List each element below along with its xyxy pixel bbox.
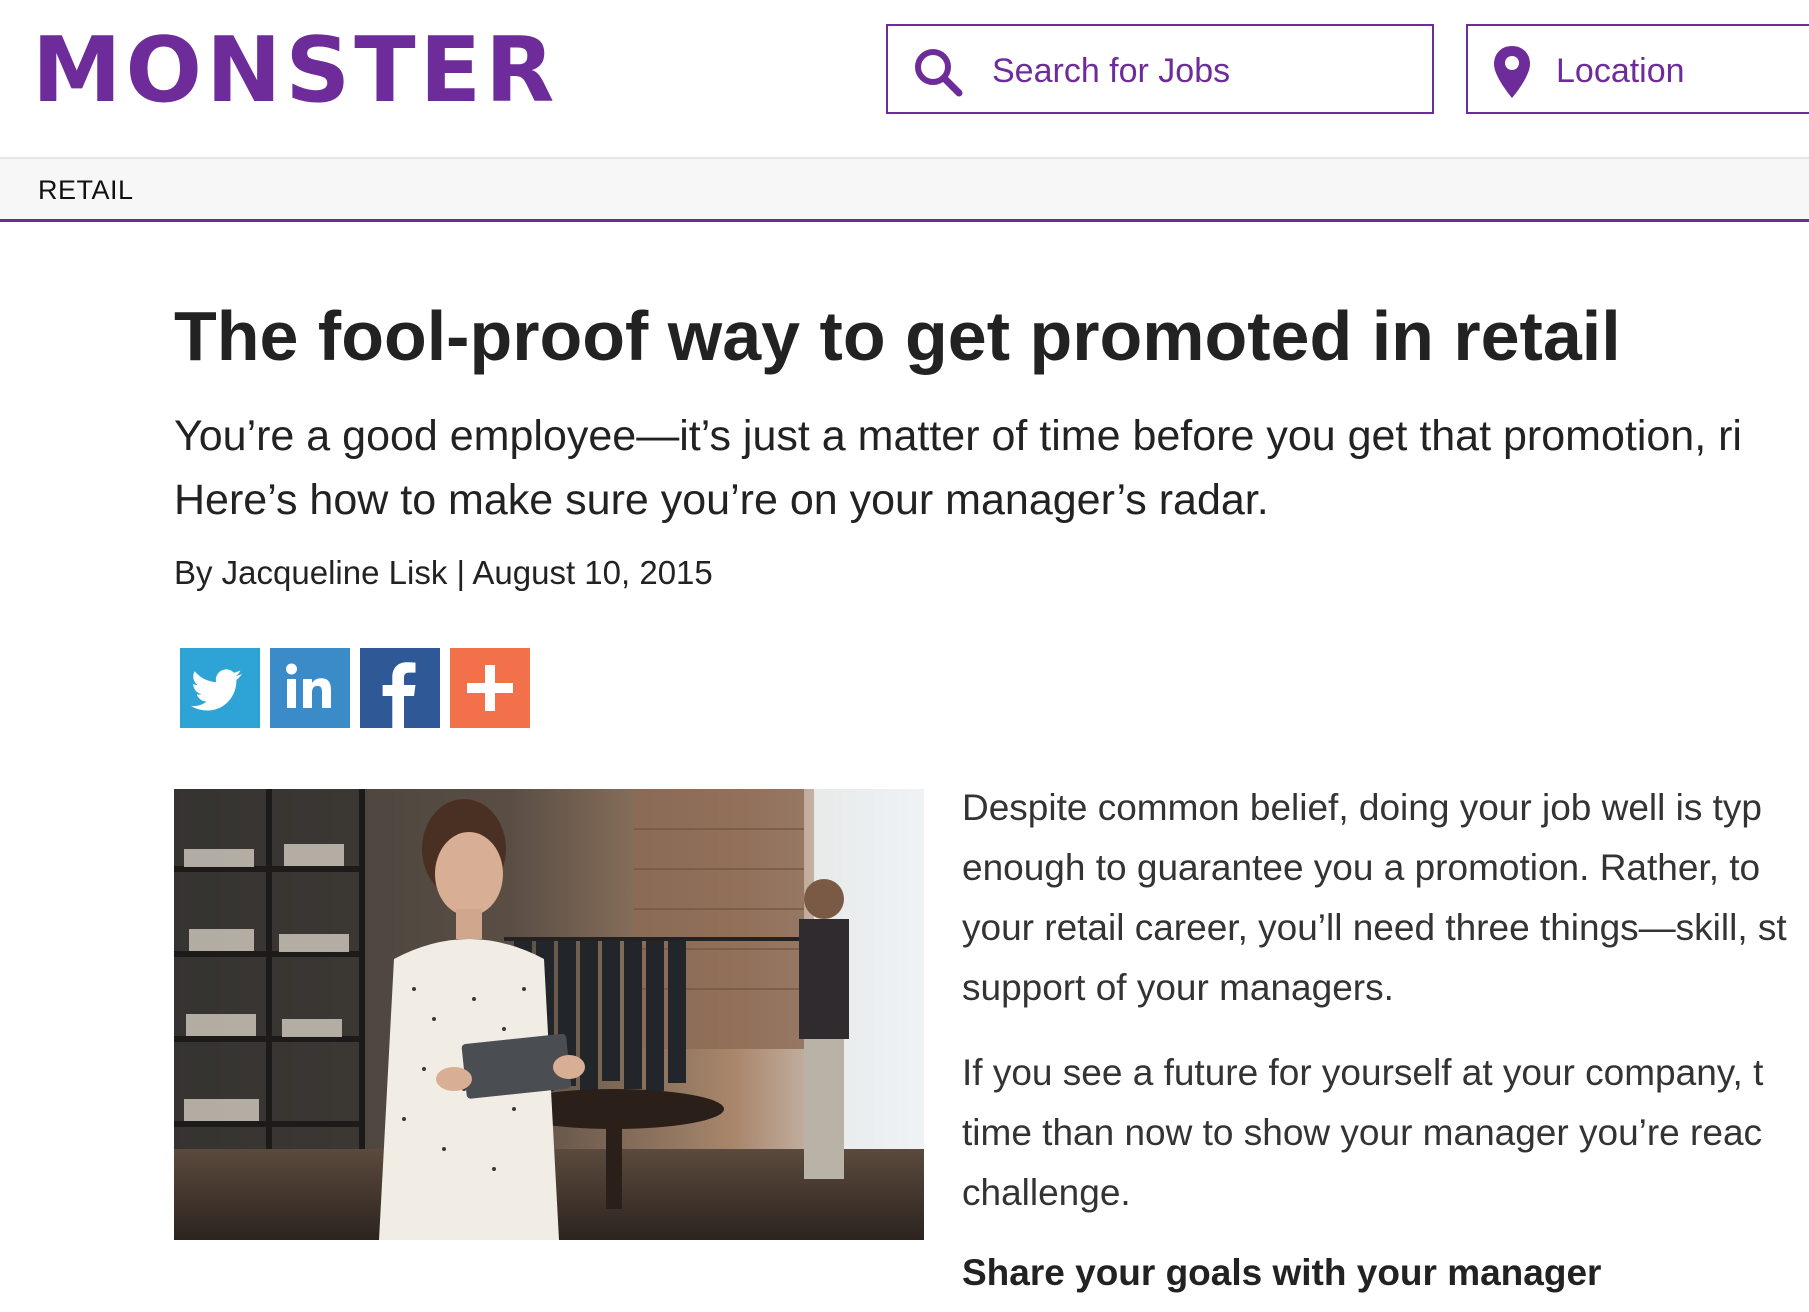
article-paragraph-1: Despite common belief, doing your job we… xyxy=(962,778,1809,1018)
paragraph-line: support of your managers. xyxy=(962,967,1394,1008)
monster-logo[interactable]: MONSTER xyxy=(32,26,558,116)
article-subtitle: You’re a good employee—it’s just a matte… xyxy=(174,404,1809,532)
article-title: The fool-proof way to get promoted in re… xyxy=(174,297,1621,375)
paragraph-line: Despite common belief, doing your job we… xyxy=(962,787,1762,828)
location-box[interactable] xyxy=(1466,24,1809,114)
article-paragraph-2: If you see a future for yourself at your… xyxy=(962,1043,1763,1223)
site-header: MONSTER xyxy=(0,0,1809,159)
location-input[interactable] xyxy=(1554,46,1809,96)
twitter-icon xyxy=(191,669,242,711)
linkedin-icon xyxy=(286,663,331,708)
job-search-input[interactable] xyxy=(990,46,1414,96)
job-search-box[interactable] xyxy=(886,24,1434,114)
subtitle-line: Here’s how to make sure you’re on your m… xyxy=(174,476,1269,524)
paragraph-line: enough to guarantee you a promotion. Rat… xyxy=(962,847,1761,888)
paragraph-line: time than now to show your manager you’r… xyxy=(962,1112,1763,1153)
paragraph-line: challenge. xyxy=(962,1172,1131,1213)
facebook-icon xyxy=(382,662,416,728)
category-bar: RETAIL xyxy=(0,159,1809,222)
article-byline: By Jacqueline Lisk | August 10, 2015 xyxy=(174,554,713,591)
search-icon[interactable] xyxy=(912,46,964,98)
subtitle-line: You’re a good employee—it’s just a matte… xyxy=(174,412,1742,460)
share-twitter-button[interactable] xyxy=(180,648,260,728)
retail-store-illustration xyxy=(174,789,924,1240)
map-pin-icon xyxy=(1494,46,1530,98)
paragraph-line: If you see a future for yourself at your… xyxy=(962,1052,1764,1093)
share-more-button[interactable] xyxy=(450,648,530,728)
plus-icon xyxy=(467,665,513,711)
share-facebook-button[interactable] xyxy=(360,648,440,728)
share-linkedin-button[interactable] xyxy=(270,648,350,728)
article-photo xyxy=(174,789,924,1240)
section-subhead: Share your goals with your manager xyxy=(962,1252,1602,1293)
paragraph-line: your retail career, you’ll need three th… xyxy=(962,907,1787,948)
category-link-retail[interactable]: RETAIL xyxy=(38,175,134,206)
